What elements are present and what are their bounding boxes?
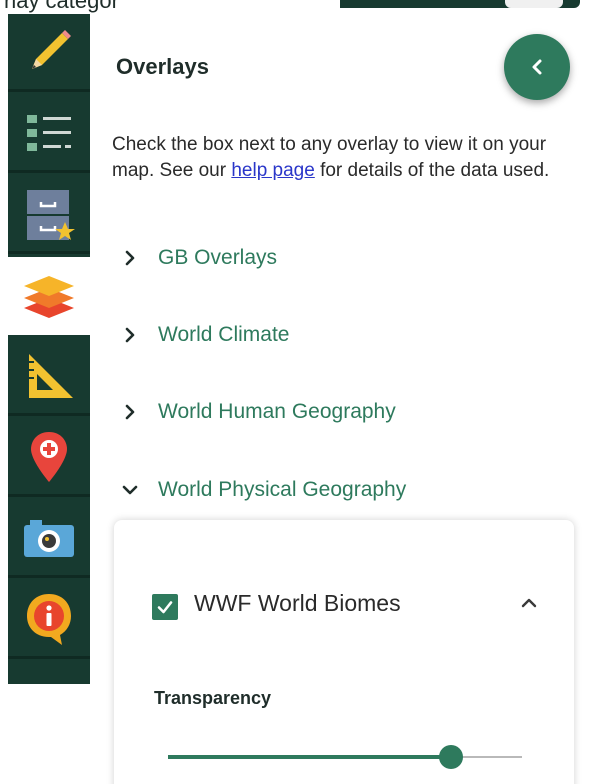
info-icon bbox=[27, 593, 71, 645]
tool-rail bbox=[8, 14, 90, 684]
intro-text-end: for details of the data used. bbox=[314, 160, 550, 181]
pencil-icon bbox=[32, 29, 71, 69]
chevron-right-icon bbox=[118, 323, 142, 347]
section-label: World Climate bbox=[158, 323, 290, 346]
layer-card: WWF World Biomes Transparency bbox=[114, 520, 574, 784]
rail-item-legend[interactable] bbox=[8, 95, 90, 173]
cropped-heading-text: rlay categor bbox=[4, 0, 119, 13]
section-gb-overlays[interactable]: GB Overlays bbox=[118, 238, 277, 278]
section-label: World Physical Geography bbox=[158, 478, 407, 501]
rail-item-saved-maps[interactable] bbox=[8, 176, 90, 254]
slider-thumb[interactable] bbox=[439, 745, 464, 769]
section-label: World Human Geography bbox=[158, 400, 396, 423]
transparency-slider[interactable] bbox=[168, 745, 522, 769]
rail-item-measure[interactable] bbox=[8, 338, 90, 416]
cabinet-star-icon bbox=[27, 189, 75, 240]
layers-icon bbox=[24, 275, 74, 318]
camera-icon bbox=[24, 519, 74, 557]
panel-title: Overlays bbox=[116, 54, 209, 79]
layer-name: WWF World Biomes bbox=[194, 590, 401, 616]
section-world-climate[interactable]: World Climate bbox=[118, 315, 289, 355]
help-page-link[interactable]: help page bbox=[231, 160, 314, 181]
rail-item-overlays[interactable] bbox=[8, 257, 90, 335]
chevron-left-icon bbox=[532, 59, 542, 75]
rail-item-info[interactable] bbox=[8, 581, 90, 659]
map-pin-plus-icon bbox=[31, 431, 67, 482]
rail-spacer bbox=[0, 684, 90, 784]
slider-fill bbox=[168, 755, 452, 759]
cropped-pill bbox=[505, 0, 563, 8]
chevron-down-icon bbox=[118, 478, 142, 502]
intro-text: Check the box next to any overlay to vie… bbox=[112, 132, 582, 184]
list-icon bbox=[27, 114, 71, 151]
section-world-human-geography[interactable]: World Human Geography bbox=[118, 392, 396, 432]
top-cropped-strip: rlay categor bbox=[0, 0, 600, 14]
rail-item-add-marker[interactable] bbox=[8, 419, 90, 497]
set-square-icon bbox=[29, 353, 73, 398]
overlays-panel: Overlays Check the box next to any overl… bbox=[90, 14, 600, 784]
rail-item-pencil[interactable] bbox=[8, 14, 90, 92]
transparency-label: Transparency bbox=[154, 688, 272, 708]
chevron-right-icon bbox=[118, 400, 142, 424]
section-label: GB Overlays bbox=[158, 246, 278, 269]
layer-checkbox[interactable] bbox=[152, 594, 178, 620]
section-world-physical-geography[interactable]: World Physical Geography bbox=[118, 470, 406, 510]
layer-options-toggle[interactable] bbox=[514, 588, 544, 618]
rail-item-snapshot[interactable] bbox=[8, 500, 90, 578]
chevron-right-icon bbox=[118, 246, 142, 270]
chevron-up-icon bbox=[521, 598, 537, 608]
collapse-panel-button[interactable] bbox=[504, 34, 570, 100]
checkmark-icon bbox=[157, 601, 173, 614]
